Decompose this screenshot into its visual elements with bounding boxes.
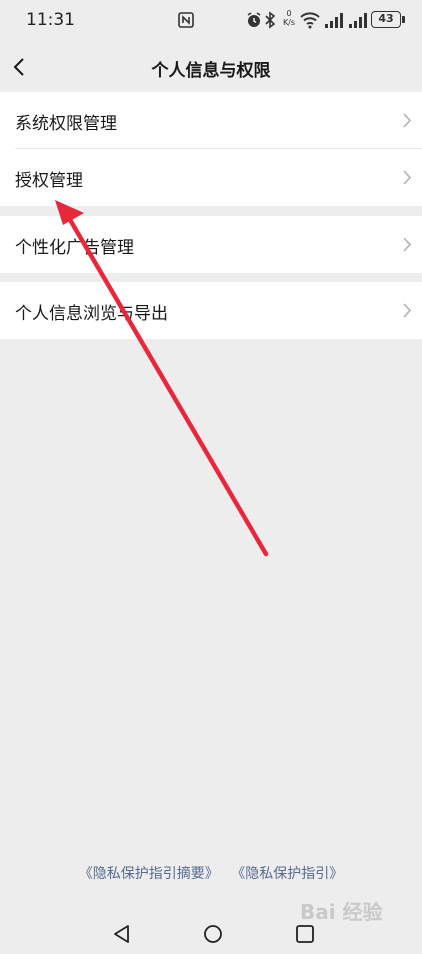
network-speed-value: 0 — [286, 9, 292, 18]
chevron-right-icon — [403, 113, 412, 128]
nav-home-circle-icon[interactable] — [203, 924, 223, 944]
chevron-right-icon — [403, 237, 412, 252]
nav-back-triangle-icon[interactable] — [112, 924, 132, 944]
privacy-guide-link[interactable]: 《隐私保护指引》 — [231, 863, 343, 883]
wifi-icon — [300, 12, 320, 29]
nav-bar: 个人信息与权限 — [0, 44, 422, 90]
row-personal-info-export[interactable]: 个人信息浏览与导出 — [0, 282, 422, 339]
nav-recents-square-icon[interactable] — [295, 924, 315, 944]
network-speed-unit: K/s — [282, 18, 296, 27]
row-label: 系统权限管理 — [15, 114, 117, 134]
page-title: 个人信息与权限 — [151, 61, 271, 81]
footer-links: 《隐私保护指引摘要》 《隐私保护指引》 — [0, 863, 422, 883]
battery-level: 43 — [378, 12, 394, 25]
row-label: 个人信息浏览与导出 — [15, 304, 168, 324]
chevron-right-icon — [403, 170, 412, 185]
settings-group-3: 个人信息浏览与导出 — [0, 282, 422, 339]
settings-group-2: 个性化广告管理 — [0, 216, 422, 273]
signal-icon-2 — [349, 13, 367, 28]
system-nav-bar — [0, 920, 422, 954]
signal-icon — [325, 13, 343, 28]
screen: 11:31 0 K/s 43 个人信息与权限 系统权限管理 授权管理 个性化广告… — [0, 0, 422, 954]
nfc-icon — [178, 12, 194, 28]
battery-icon: 43 — [371, 11, 405, 28]
alarm-icon — [247, 12, 261, 27]
status-time: 11:31 — [26, 10, 75, 30]
chevron-right-icon — [403, 303, 412, 318]
row-authorization-management[interactable]: 授权管理 — [0, 149, 422, 206]
network-speed: 0 K/s — [280, 9, 298, 27]
privacy-summary-link[interactable]: 《隐私保护指引摘要》 — [79, 863, 219, 883]
status-bar: 11:31 0 K/s 43 — [0, 0, 422, 40]
row-label: 个性化广告管理 — [15, 238, 134, 258]
settings-group-1: 系统权限管理 授权管理 — [0, 92, 422, 206]
row-system-permissions[interactable]: 系统权限管理 — [0, 92, 422, 149]
bluetooth-icon — [265, 11, 276, 29]
row-label: 授权管理 — [15, 171, 83, 191]
battery-tip — [402, 16, 405, 23]
row-personalized-ads[interactable]: 个性化广告管理 — [0, 216, 422, 273]
